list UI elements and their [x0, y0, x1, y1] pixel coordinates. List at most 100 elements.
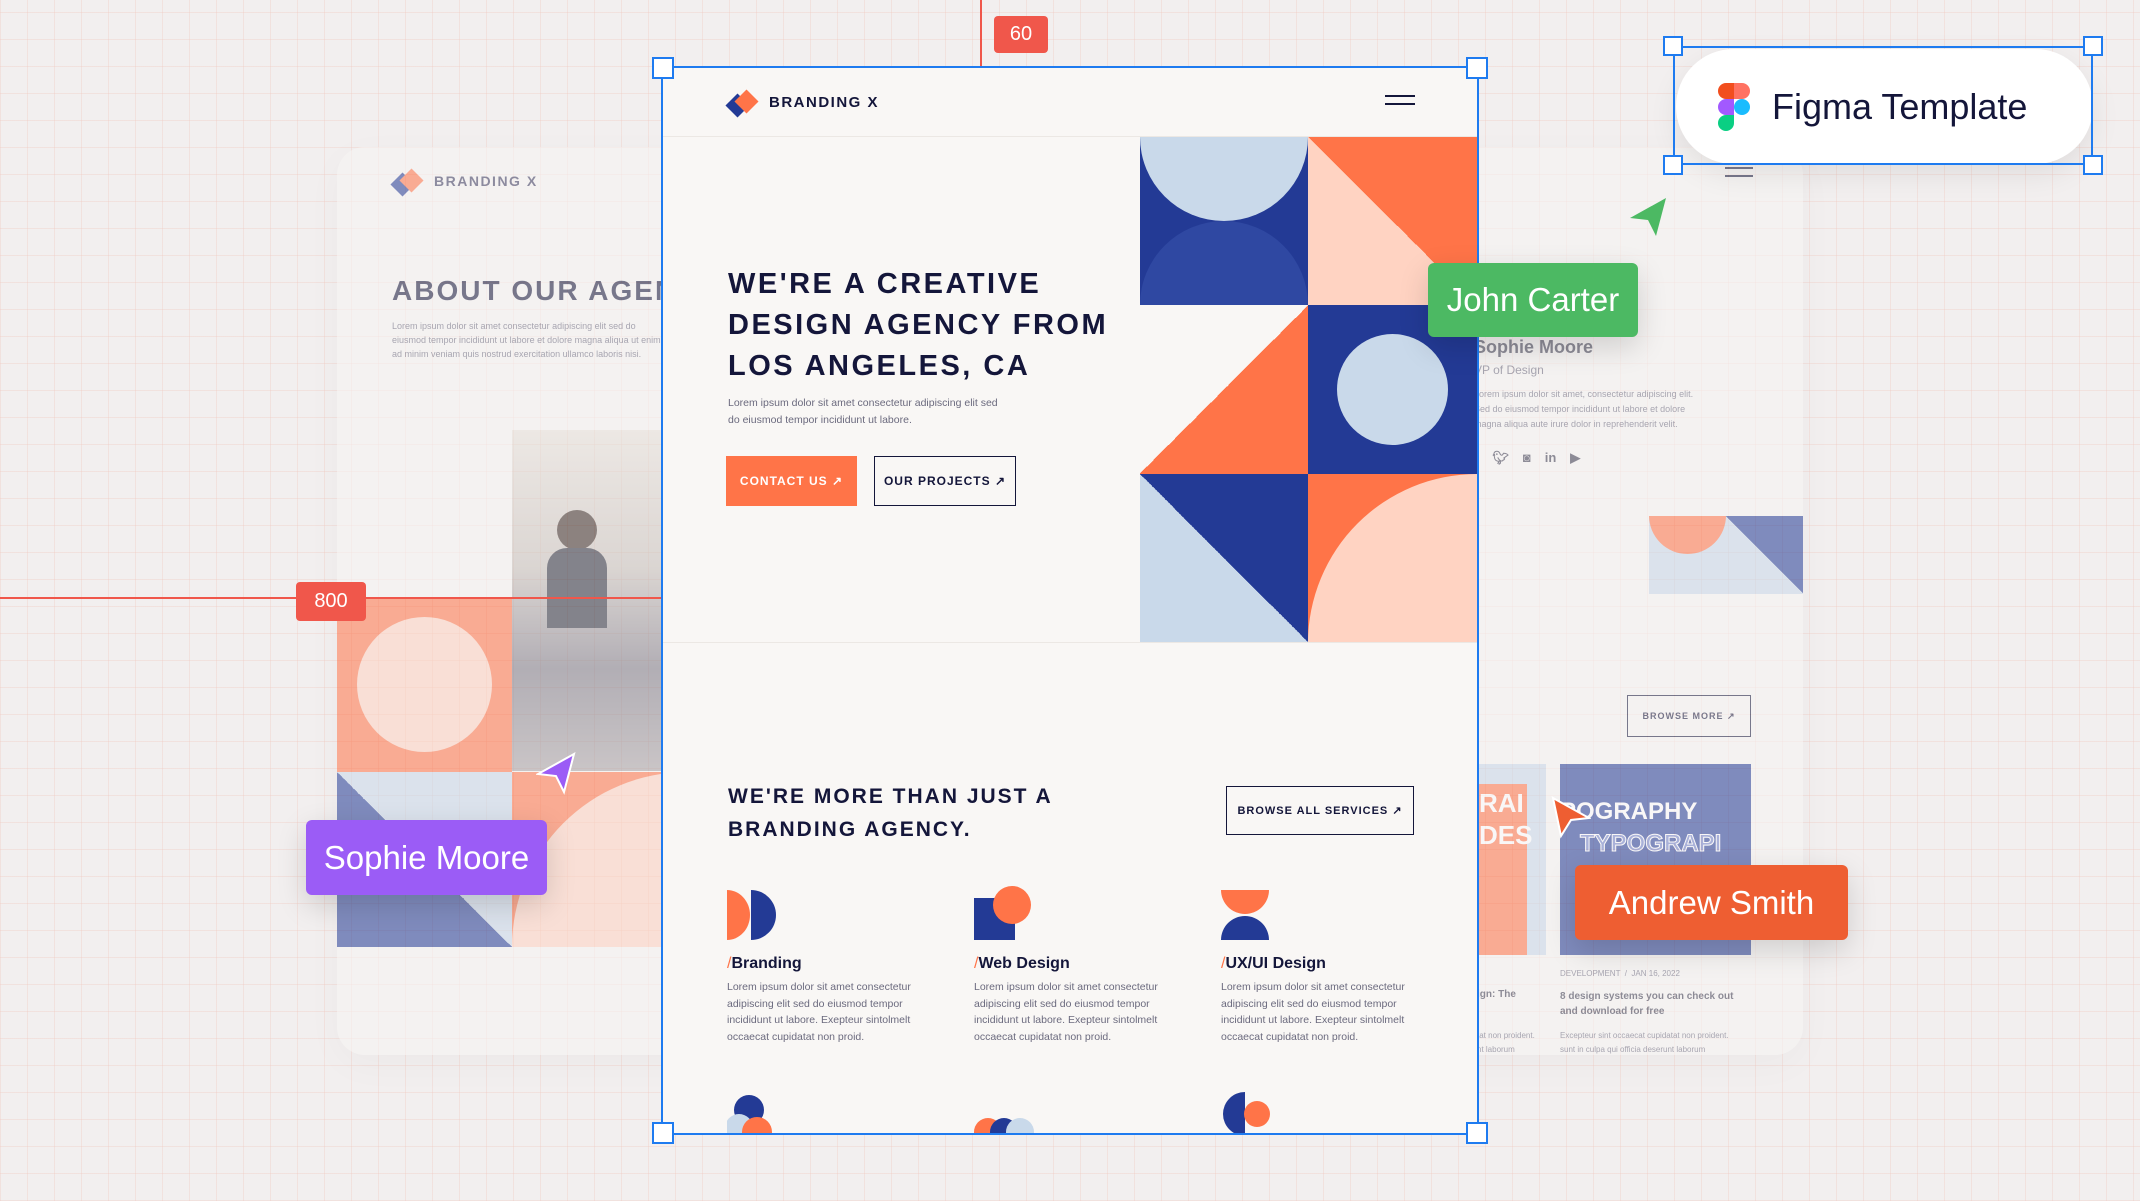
logo-mark-icon — [390, 168, 424, 197]
blog-desc-partial: tat non proident. nt laborum — [1477, 1029, 1535, 1055]
text-line: LOS ANGELES, CA — [728, 350, 1031, 382]
circle-shape — [357, 617, 492, 752]
service-title: /Branding — [727, 955, 802, 972]
header: BRANDING X — [663, 68, 1477, 137]
text-line: BRANDING AGENCY. — [728, 818, 972, 841]
cursor-arrow-icon — [536, 752, 576, 795]
text-line: Lorem ipsum dolor sit amet consectetur a… — [392, 321, 636, 331]
person-figure — [557, 510, 597, 550]
cursor-arrow-icon — [1630, 198, 1666, 236]
text-line: eiusmod tempor incididunt ut labore et d… — [392, 335, 661, 345]
blog-image[interactable]: RAI DES — [1477, 764, 1546, 955]
logo-text: BRANDING X — [769, 93, 880, 111]
image-text: RAI — [1479, 788, 1524, 818]
services-title: WE'RE MORE THAN JUST A BRANDING AGENCY. — [728, 780, 1053, 846]
team-member-bio: Lorem ipsum dolor sit amet, consectetur … — [1474, 387, 1693, 432]
service-title: /UX/UI Design — [1221, 955, 1326, 972]
collaborator-label-sophie-moore: Sophie Moore — [306, 820, 547, 895]
badge-selection-box — [1673, 46, 2093, 165]
logo: BRANDING X — [390, 168, 538, 197]
divider — [663, 642, 1477, 643]
resize-handle-bottom-right[interactable] — [1466, 1122, 1488, 1144]
geo-block — [1726, 516, 1803, 594]
service-icon-partial — [1223, 1092, 1270, 1133]
service-text: Lorem ipsum dolor sit amet consectetur ad… — [727, 981, 911, 1043]
branding-icon — [727, 890, 776, 940]
menu-icon[interactable] — [1385, 89, 1415, 111]
hero-text: Lorem ipsum dolor sit amet consectetur a… — [728, 395, 998, 428]
text-line: Lorem ipsum dolor sit amet, consectetur … — [1474, 389, 1694, 399]
text-line: 8 design systems you can check out — [1560, 991, 1734, 1002]
circle-shape — [1244, 1101, 1270, 1127]
linkedin-icon[interactable]: in — [1545, 450, 1557, 466]
resize-handle[interactable] — [1663, 155, 1683, 175]
text-line: Lorem ipsum dolor sit amet consectetur a… — [728, 397, 998, 409]
text-line: and download for free — [1560, 1006, 1665, 1017]
hero-title: WE'RE A CREATIVE DESIGN AGENCY FROM LOS AN… — [728, 264, 1108, 387]
team-member-role: VP of Design — [1474, 363, 1544, 377]
resize-handle-top-left[interactable] — [652, 57, 674, 79]
our-projects-button[interactable]: OUR PROJECTS ↗ — [874, 456, 1016, 506]
resize-handle-bottom-left[interactable] — [652, 1122, 674, 1144]
resize-handle[interactable] — [1663, 36, 1683, 56]
contact-us-button[interactable]: CONTACT US ↗ — [726, 456, 857, 506]
text-line: Sed do eiusmod tempor incididunt ut labo… — [1474, 404, 1686, 414]
text-line: tat non proident. — [1477, 1031, 1535, 1040]
blog-meta: DEVELOPMENT / JAN 16, 2022 — [1560, 969, 1680, 978]
text-line: do eiusmod tempor incididunt ut labore. — [728, 413, 912, 426]
geo-block — [337, 597, 512, 772]
vertical-guide-line — [980, 0, 982, 68]
main-page-frame[interactable]: BRANDING X WE'RE A CREATIVE DESIGN AGENCY… — [661, 66, 1479, 1135]
geo-tile — [1140, 137, 1308, 305]
half-circle-shape — [751, 890, 776, 940]
image-text: DES — [1479, 820, 1533, 850]
resize-handle[interactable] — [2083, 155, 2103, 175]
twitter-icon[interactable]: 🐦︎ — [1492, 450, 1509, 466]
service-ux-ui-design: /UX/UI Design Lorem ipsum dolor sit amet… — [1221, 955, 1405, 1045]
quarter-circle-shape — [1308, 474, 1477, 642]
geo-tile — [1308, 474, 1477, 642]
team-member-name: Sophie Moore — [1474, 337, 1594, 357]
hero-graphic — [1140, 137, 1477, 642]
service-text: Lorem ipsum dolor sit amet consectetur ad… — [1221, 981, 1405, 1043]
about-title: ABOUT OUR AGEN — [392, 275, 678, 306]
ux-ui-design-icon — [1221, 890, 1269, 940]
logo-text: BRANDING X — [434, 173, 538, 189]
circle-shape — [993, 886, 1031, 924]
text-line: Excepteur sint occaecat cupidatat non pr… — [1560, 1031, 1729, 1040]
half-circle-shape — [727, 890, 750, 940]
collaborator-label-andrew-smith: Andrew Smith — [1575, 865, 1848, 940]
collaborator-label-john-carter: John Carter — [1428, 263, 1638, 337]
half-circle-shape — [1649, 516, 1726, 554]
half-circle-shape — [1223, 1092, 1245, 1133]
cursor-arrow-icon — [1551, 796, 1591, 839]
browse-all-services-button[interactable]: BROWSE ALL SERVICES ↗ — [1226, 786, 1414, 835]
geo-tile — [1140, 305, 1308, 474]
logo[interactable]: BRANDING X — [725, 89, 880, 118]
text-line: nt laborum — [1477, 1045, 1515, 1054]
text-line: sunt in culpa qui officia deserunt labor… — [1560, 1045, 1706, 1054]
resize-handle-top-right[interactable] — [1466, 57, 1488, 79]
web-design-icon — [974, 886, 1031, 940]
service-icon-partial — [974, 1118, 1034, 1133]
youtube-icon[interactable]: ▶ — [1570, 450, 1580, 466]
vertical-guide-badge: 60 — [994, 16, 1048, 53]
about-text: Lorem ipsum dolor sit amet consectetur a… — [392, 319, 661, 361]
text-line: WE'RE A CREATIVE — [728, 268, 1042, 300]
half-circle-shape — [1221, 890, 1269, 914]
resize-handle[interactable] — [2083, 36, 2103, 56]
horizontal-guide-badge: 800 — [296, 582, 366, 621]
text-line: magna aliqua aute irure dolor in reprehe… — [1474, 419, 1678, 429]
instagram-icon[interactable]: ◙ — [1523, 450, 1531, 466]
service-text: Lorem ipsum dolor sit amet consectetur ad… — [974, 981, 1158, 1043]
text-line: ad minim veniam quis nostrud exercitatio… — [392, 349, 642, 359]
geo-block — [1649, 516, 1726, 594]
half-circle-shape — [1221, 916, 1269, 940]
blog-title[interactable]: 8 design systems you can check out and do… — [1560, 989, 1733, 1019]
text-line: WE'RE MORE THAN JUST A — [728, 785, 1053, 808]
geo-tile — [1140, 474, 1308, 642]
logo-mark-icon — [725, 89, 759, 118]
browse-more-button[interactable]: BROWSE MORE ↗ — [1627, 695, 1751, 737]
image-text-outline: TYPOGRAPI — [1579, 830, 1722, 858]
person-figure — [547, 548, 607, 628]
